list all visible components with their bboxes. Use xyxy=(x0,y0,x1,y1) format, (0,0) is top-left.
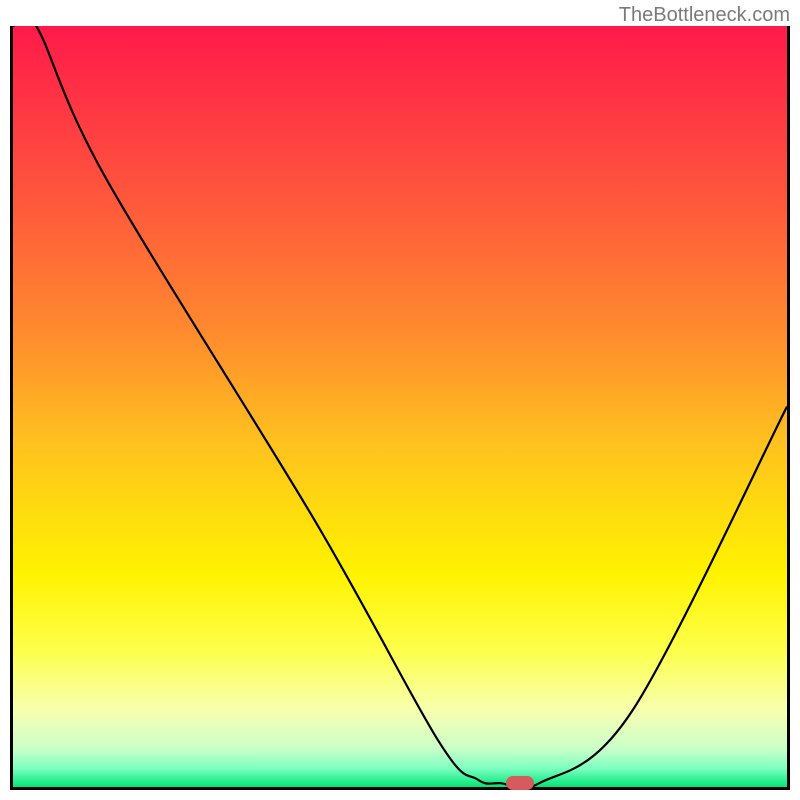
chart-frame xyxy=(10,26,790,790)
optimum-marker xyxy=(506,776,534,790)
chart-curve xyxy=(13,26,787,787)
watermark-text: TheBottleneck.com xyxy=(619,4,790,27)
chart-plot-area xyxy=(13,26,787,787)
chart-line-path xyxy=(13,26,787,787)
